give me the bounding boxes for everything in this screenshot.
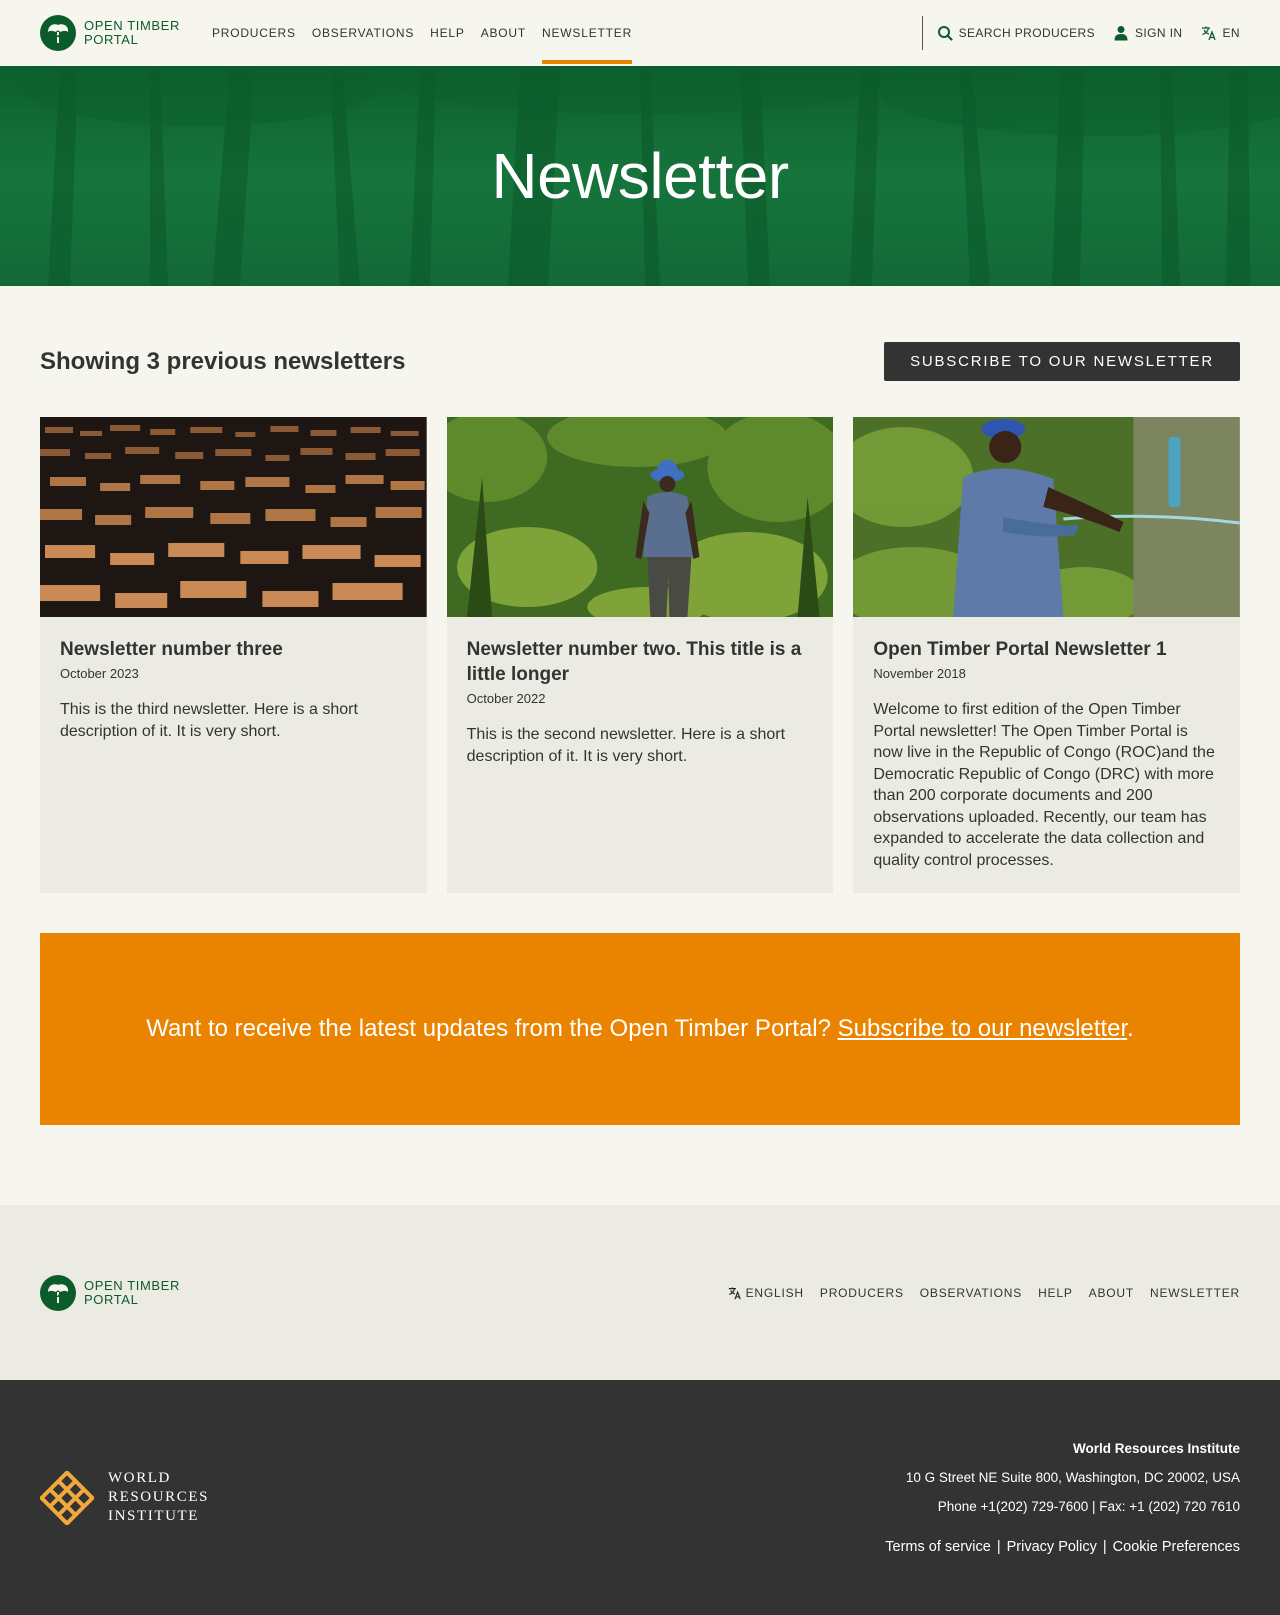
language-selector[interactable]: EN [1201, 25, 1240, 41]
wri-line-2: RESOURCES [108, 1489, 210, 1505]
org-address: 10 G Street NE Suite 800, Washington, DC… [905, 1469, 1240, 1485]
newsletter-card[interactable]: Open Timber Portal Newsletter 1 November… [853, 417, 1240, 893]
tree-logo-icon [40, 1274, 76, 1311]
legal-separator: | [996, 1538, 1001, 1555]
logo-line-2: PORTAL [84, 1291, 139, 1307]
logo-line-1: OPEN TIMBER [84, 1277, 180, 1293]
wri-line-3: INSTITUTE [108, 1508, 200, 1524]
nav-producers[interactable]: PRODUCERS [204, 0, 304, 66]
org-phone: Phone +1(202) 729-7600 | Fax: +1 (202) 7… [937, 1498, 1240, 1514]
card-description: This is the second newsletter. Here is a… [466, 726, 786, 765]
header-right: SEARCH PRODUCERS SIGN IN EN [921, 0, 1240, 66]
footer-nav-help[interactable]: HELP [1038, 1286, 1073, 1300]
terms-link[interactable]: Terms of service [885, 1539, 991, 1555]
lumber-stack-image [40, 417, 427, 617]
list-header: Showing 3 previous newsletters SUBSCRIBE… [40, 342, 1240, 381]
cookie-preferences-link[interactable]: Cookie Preferences [1113, 1539, 1240, 1555]
footer-language-selector[interactable]: ENGLISH [728, 1286, 804, 1300]
nav-about[interactable]: ABOUT [473, 0, 534, 66]
card-body: Open Timber Portal Newsletter 1 November… [853, 617, 1240, 891]
sign-in-label: SIGN IN [1135, 26, 1183, 40]
newsletter-promo-banner: Want to receive the latest updates from … [40, 933, 1240, 1125]
search-producers-label: SEARCH PRODUCERS [958, 26, 1096, 40]
nav-help[interactable]: HELP [422, 0, 473, 66]
wri-knot-icon [40, 1470, 94, 1525]
logo-text: OPEN TIMBER PORTAL [84, 1277, 180, 1307]
search-producers-button[interactable]: SEARCH PRODUCERS [937, 25, 1095, 41]
privacy-link[interactable]: Privacy Policy [1007, 1539, 1097, 1555]
wri-line-1: WORLD [108, 1470, 171, 1486]
subscribe-button[interactable]: SUBSCRIBE TO OUR NEWSLETTER [884, 342, 1240, 381]
partner-footer: WORLD RESOURCES INSTITUTE World Resource… [0, 1380, 1280, 1615]
forest-walker-image [446, 417, 834, 617]
tree-measuring-image [853, 417, 1240, 617]
card-body: Newsletter number two. This title is a l… [447, 617, 834, 787]
nav-observations[interactable]: OBSERVATIONS [304, 0, 422, 66]
card-date: November 2018 [873, 666, 966, 681]
contact-info: World Resources Institute 10 G Street NE… [885, 1434, 1240, 1562]
nav-newsletter[interactable]: NEWSLETTER [534, 0, 640, 66]
user-icon [1114, 26, 1128, 41]
footer-nav: ENGLISH PRODUCERS OBSERVATIONS HELP ABOU… [728, 1286, 1240, 1300]
promo-lead: Want to receive the latest updates from … [146, 1015, 838, 1042]
logo-line-2: PORTAL [84, 32, 139, 47]
card-title[interactable]: Open Timber Portal Newsletter 1 [873, 637, 1220, 662]
newsletter-cards: Newsletter number three October 2023 Thi… [40, 417, 1240, 893]
footer-nav-producers[interactable]: PRODUCERS [820, 1286, 904, 1300]
card-title[interactable]: Newsletter number three [60, 637, 407, 662]
card-description: This is the third newsletter. Here is a … [60, 701, 358, 740]
org-name: World Resources Institute [1072, 1440, 1240, 1456]
tree-logo-icon [40, 15, 76, 51]
card-date: October 2023 [60, 666, 139, 681]
footer-nav-newsletter[interactable]: NEWSLETTER [1150, 1286, 1240, 1300]
list-title: Showing 3 previous newsletters [40, 347, 406, 375]
newsletter-card[interactable]: Newsletter number three October 2023 Thi… [40, 417, 427, 893]
footer-otp-logo[interactable]: OPEN TIMBER PORTAL [40, 1274, 180, 1311]
card-title[interactable]: Newsletter number two. This title is a l… [467, 637, 814, 687]
site-footer: OPEN TIMBER PORTAL ENGLISH PRODUCERS OBS… [0, 1205, 1280, 1380]
promo-text: Want to receive the latest updates from … [146, 1015, 1134, 1043]
logo-line-1: OPEN TIMBER [84, 18, 180, 33]
footer-language-label: ENGLISH [745, 1285, 804, 1300]
main-content: Showing 3 previous newsletters SUBSCRIBE… [0, 286, 1280, 1205]
footer-nav-about[interactable]: ABOUT [1089, 1286, 1134, 1300]
otp-logo[interactable]: OPEN TIMBER PORTAL [40, 15, 180, 51]
hero-banner: Newsletter [0, 66, 1280, 286]
promo-end: . [1127, 1015, 1134, 1042]
translate-icon [728, 1286, 741, 1299]
footer-nav-observations[interactable]: OBSERVATIONS [920, 1286, 1022, 1300]
sign-in-button[interactable]: SIGN IN [1113, 25, 1182, 41]
card-body: Newsletter number three October 2023 Thi… [40, 617, 427, 762]
language-label: EN [1222, 26, 1240, 40]
search-icon [937, 26, 953, 41]
wri-logo[interactable]: WORLD RESOURCES INSTITUTE [40, 1469, 209, 1526]
main-nav: PRODUCERS OBSERVATIONS HELP ABOUT NEWSLE… [204, 0, 640, 66]
legal-separator: | [1102, 1538, 1107, 1555]
page-title: Newsletter [491, 140, 789, 212]
header-left: OPEN TIMBER PORTAL PRODUCERS OBSERVATION… [40, 0, 640, 66]
header-divider [921, 16, 923, 50]
logo-text: OPEN TIMBER PORTAL [84, 19, 180, 47]
wri-wordmark: WORLD RESOURCES INSTITUTE [108, 1469, 209, 1526]
site-header: OPEN TIMBER PORTAL PRODUCERS OBSERVATION… [0, 0, 1280, 66]
legal-links: Terms of service | Privacy Policy | Cookie P… [885, 1533, 1240, 1562]
card-date: October 2022 [466, 691, 546, 706]
newsletter-card[interactable]: Newsletter number two. This title is a l… [446, 417, 834, 893]
translate-icon [1201, 26, 1216, 41]
card-description: Welcome to first edition of the Open Tim… [873, 701, 1215, 869]
promo-subscribe-link[interactable]: Subscribe to our newsletter [838, 1015, 1128, 1042]
